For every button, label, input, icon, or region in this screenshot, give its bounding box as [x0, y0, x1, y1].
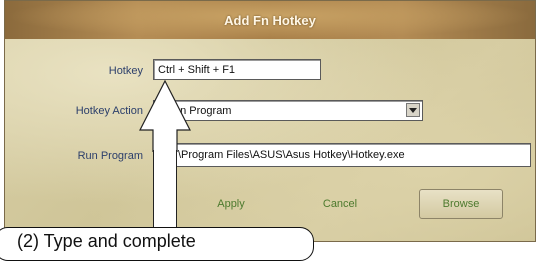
hotkey-input-value: Ctrl + Shift + F1	[158, 63, 236, 76]
instruction-callout: (2) Type and complete	[0, 227, 314, 261]
add-fn-hotkey-dialog: Add Fn Hotkey Hotkey Ctrl + Shift + F1 H…	[4, 0, 536, 242]
hotkey-action-label: Hotkey Action	[75, 105, 143, 117]
apply-button[interactable]: Apply	[201, 189, 261, 219]
up-arrow-icon	[139, 80, 191, 152]
cancel-button[interactable]: Cancel	[305, 189, 375, 219]
dialog-title: Add Fn Hotkey	[224, 12, 316, 28]
hotkey-label: Hotkey	[108, 65, 143, 77]
browse-button[interactable]: Browse	[419, 189, 503, 219]
hotkey-action-select[interactable]: un Program	[153, 100, 423, 121]
dropdown-arrow-icon[interactable]	[406, 103, 420, 117]
run-program-label: Run Program	[77, 150, 143, 162]
dialog-titlebar: Add Fn Hotkey	[5, 1, 535, 39]
hotkey-input[interactable]: Ctrl + Shift + F1	[153, 59, 321, 80]
run-program-value: \Program Files\ASUS\Asus Hotkey\Hotkey.e…	[178, 149, 405, 161]
run-program-input[interactable]: \Program Files\ASUS\Asus Hotkey\Hotkey.e…	[153, 143, 531, 167]
